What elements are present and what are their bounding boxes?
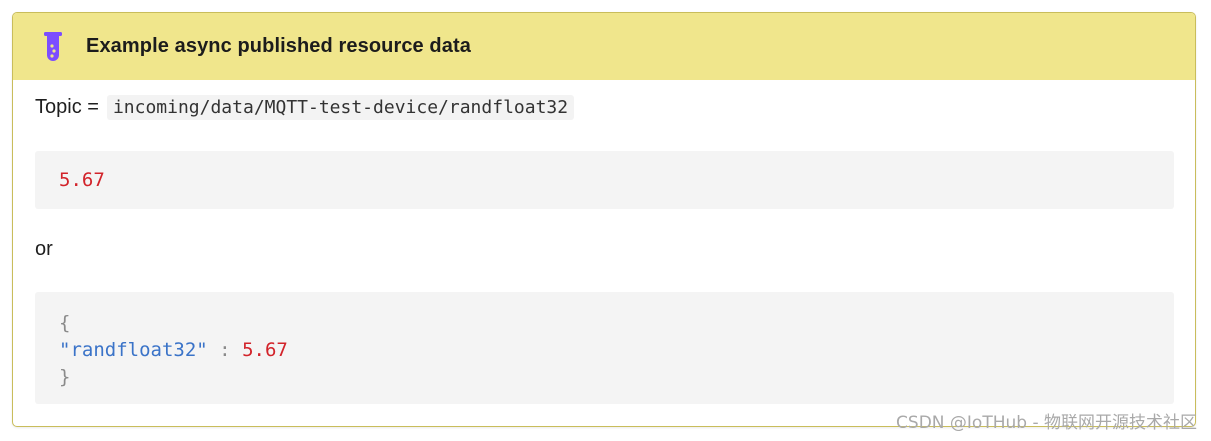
topic-label: Topic = — [35, 96, 99, 118]
json-open-brace: { — [59, 312, 71, 334]
json-code-block: { "randfloat32" : 5.67 } — [35, 292, 1174, 404]
json-pair-line: "randfloat32" : 5.67 — [59, 337, 1174, 364]
json-close-brace: } — [59, 366, 71, 388]
json-open-line: { — [59, 310, 1174, 337]
plain-value: 5.67 — [59, 169, 105, 191]
flask-icon — [41, 30, 65, 64]
separator-text: or — [35, 238, 53, 260]
topic-line: Topic = incoming/data/MQTT-test-device/r… — [35, 95, 575, 120]
json-value: 5.67 — [242, 339, 288, 361]
admonition-title: Example async published resource data — [86, 35, 471, 57]
json-close-line: } — [59, 364, 1174, 391]
json-colon: : — [219, 339, 231, 361]
example-admonition: Example async published resource data To… — [12, 12, 1196, 427]
admonition-header: Example async published resource data — [13, 13, 1195, 80]
topic-value: incoming/data/MQTT-test-device/randfloat… — [106, 95, 575, 120]
watermark: CSDN @IoTHub - 物联网开源技术社区 — [896, 413, 1197, 433]
json-key: "randfloat32" — [59, 339, 208, 361]
plain-value-code-block: 5.67 — [35, 151, 1174, 209]
